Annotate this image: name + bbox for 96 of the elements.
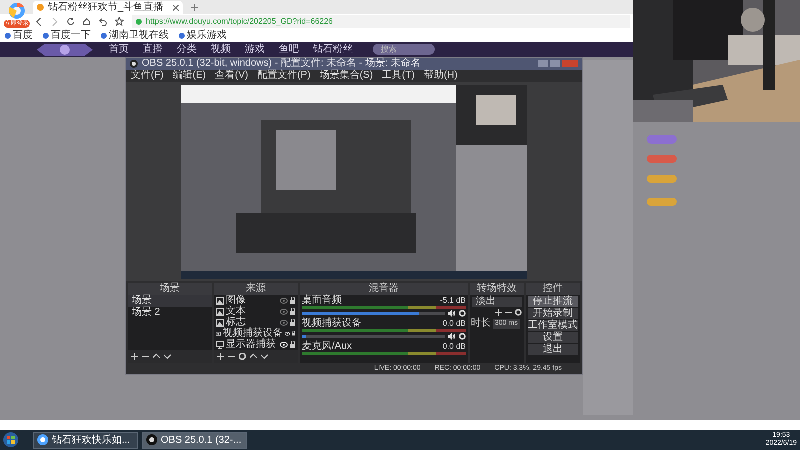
lock-icon[interactable] [290, 308, 296, 316]
gear-icon[interactable] [515, 309, 522, 316]
gear-icon[interactable] [459, 333, 466, 340]
nav-link[interactable]: 鱼吧 [279, 44, 299, 56]
close-icon[interactable] [173, 4, 179, 10]
menu-item[interactable]: 场景集合(S) [320, 70, 374, 82]
nav-link[interactable]: 游戏 [245, 44, 265, 56]
control-button[interactable]: 停止推流 [528, 296, 578, 308]
source-item[interactable]: 文本 [226, 306, 246, 318]
badge-pill [647, 175, 677, 183]
bookmark[interactable]: 湖南卫视在线 [101, 30, 169, 41]
badge-pill [647, 198, 677, 206]
lock-icon[interactable] [290, 297, 296, 304]
taskbar-item[interactable]: 钻石狂欢快乐如... [33, 432, 138, 448]
badge-pill [647, 135, 677, 144]
bookmark[interactable]: 百度 [5, 30, 33, 41]
control-button[interactable]: 开始录制 [528, 308, 578, 320]
dock-title: 转场特效 [470, 283, 524, 296]
move-down-icon[interactable] [164, 353, 171, 360]
badge-pill [647, 155, 677, 163]
add-icon[interactable] [495, 309, 502, 316]
add-icon[interactable] [217, 353, 224, 360]
lock-icon [136, 18, 142, 24]
menu-item[interactable]: 文件(F) [131, 70, 164, 82]
source-item[interactable]: 显示器捕获 [226, 339, 276, 350]
reload-icon[interactable] [67, 18, 75, 26]
monitor-icon [216, 340, 224, 349]
speaker-icon[interactable] [448, 333, 456, 340]
undo-icon[interactable] [99, 18, 107, 26]
nav-link[interactable]: 分类 [177, 44, 197, 56]
scene-item[interactable]: 场景 2 [128, 307, 212, 320]
volume-slider[interactable] [302, 335, 445, 338]
source-item[interactable]: 视频捕获设备 [223, 328, 284, 340]
source-item[interactable]: 图像 [226, 295, 246, 306]
menu-item[interactable]: 编辑(E) [172, 70, 206, 82]
camera-icon [216, 330, 222, 338]
move-up-icon[interactable] [250, 353, 257, 360]
bookmark[interactable]: 娱乐游戏 [179, 30, 227, 41]
move-up-icon[interactable] [153, 353, 160, 360]
control-button[interactable]: 工作室模式 [528, 320, 578, 332]
menu-item[interactable]: 配置文件(P) [257, 70, 311, 82]
obs-icon [146, 434, 158, 446]
menu-item[interactable]: 帮助(H) [424, 70, 458, 82]
nav-link[interactable]: 首页 [109, 44, 129, 56]
bookmark-icon [43, 32, 49, 38]
channel-name: 麦克风/Aux [302, 341, 352, 352]
lock-icon[interactable] [292, 330, 296, 338]
channel-name: 视频捕获设备 [302, 318, 362, 330]
image-icon [216, 308, 224, 316]
duration-label: 时长 [471, 318, 491, 330]
site-icon [37, 4, 44, 11]
menu-item[interactable]: 工具(T) [382, 70, 415, 82]
level-reading: 0.0 dB [442, 341, 466, 352]
level-reading: 0.0 dB [442, 318, 466, 330]
obs-logo-icon [130, 60, 138, 68]
window-title: OBS 25.0.1 (32-bit, windows) - 配置文件: 未命名 - 场景: 未命名 [142, 58, 421, 70]
lock-icon[interactable] [290, 319, 296, 326]
nav-link[interactable]: 直播 [143, 44, 163, 56]
menu-item[interactable]: 查看(V) [215, 70, 248, 82]
bookmark-icon [5, 32, 11, 38]
image-icon [216, 296, 224, 305]
start-icon[interactable] [3, 432, 19, 448]
browser-icon [37, 434, 49, 446]
star-icon[interactable] [115, 17, 124, 26]
move-down-icon[interactable] [261, 353, 268, 360]
tab-title: 钻石粉丝狂欢节_斗鱼直播 [48, 2, 164, 14]
bookmark-icon [101, 32, 107, 38]
site-logo-icon [35, 42, 95, 56]
bookmark-icon [179, 32, 185, 38]
volume-slider[interactable] [302, 312, 445, 316]
control-button[interactable]: 退出 [528, 344, 578, 356]
gear-icon[interactable] [239, 353, 246, 360]
gear-icon[interactable] [459, 310, 466, 318]
speaker-icon[interactable] [448, 310, 456, 318]
image-icon [216, 318, 224, 327]
add-icon[interactable] [131, 353, 138, 360]
browser-tab[interactable]: 钻石粉丝狂欢节_斗鱼直播 [33, 1, 183, 14]
nav-link[interactable]: 视频 [211, 44, 231, 56]
dock-title: 来源 [214, 283, 298, 296]
home-icon[interactable] [83, 18, 91, 26]
dock-title: 场景 [128, 283, 212, 296]
level-reading: -5.1 dB [440, 295, 466, 306]
taskbar-item[interactable]: OBS 25.0.1 (32-... [142, 432, 247, 448]
dock-title: 控件 [526, 283, 580, 296]
transition-select[interactable]: 淡出 [472, 297, 522, 308]
bookmark[interactable]: 百度一下 [43, 30, 91, 41]
url-text: https://www.douyu.com/topic/202205_GD?rid=66226 [146, 16, 334, 26]
back-icon[interactable] [35, 18, 43, 26]
new-tab-icon[interactable] [191, 4, 198, 11]
source-item[interactable]: 标志 [226, 317, 246, 328]
dock-title: 混音器 [300, 283, 468, 296]
nav-link[interactable]: 钻石粉丝 [313, 44, 353, 56]
control-button[interactable]: 设置 [528, 332, 578, 344]
lock-icon[interactable] [290, 341, 296, 348]
channel-name: 桌面音频 [302, 295, 342, 306]
scene-item[interactable]: 场景 [128, 295, 212, 308]
